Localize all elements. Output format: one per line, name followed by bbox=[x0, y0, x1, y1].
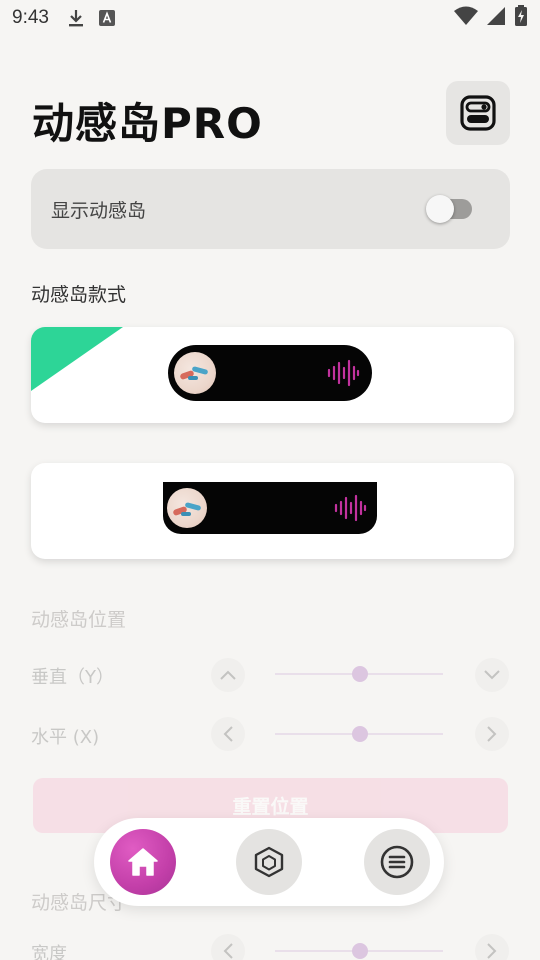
horizontal-label: 水平 (X) bbox=[31, 727, 100, 748]
home-icon bbox=[128, 848, 158, 876]
style-option-notch[interactable] bbox=[31, 463, 514, 559]
show-island-label: 显示动感岛 bbox=[51, 199, 147, 222]
styles-section-title: 动感岛款式 bbox=[31, 284, 127, 306]
cube-icon bbox=[254, 846, 284, 878]
move-right-button[interactable] bbox=[475, 717, 509, 751]
download-icon bbox=[67, 8, 85, 28]
width-decrease-button[interactable] bbox=[211, 934, 245, 960]
move-left-button[interactable] bbox=[211, 717, 245, 751]
width-increase-button[interactable] bbox=[475, 934, 509, 960]
status-bar: 9:43 bbox=[0, 0, 540, 36]
signal-icon bbox=[486, 6, 506, 31]
chevron-down-icon bbox=[484, 670, 500, 680]
island-preview-notch bbox=[163, 482, 377, 534]
vertical-position-row: 垂直（Y） bbox=[31, 655, 511, 695]
chevron-up-icon bbox=[220, 670, 236, 680]
nav-menu-button[interactable] bbox=[364, 829, 430, 895]
album-art bbox=[174, 352, 216, 394]
move-up-button[interactable] bbox=[211, 658, 245, 692]
nav-home-button[interactable] bbox=[110, 829, 176, 895]
width-label: 宽度 bbox=[31, 944, 67, 960]
move-down-button[interactable] bbox=[475, 658, 509, 692]
waveform-icon bbox=[327, 359, 360, 387]
selected-indicator bbox=[31, 327, 123, 391]
horizontal-slider-thumb[interactable] bbox=[352, 726, 368, 742]
chevron-right-icon bbox=[487, 943, 497, 959]
vertical-slider-thumb[interactable] bbox=[352, 666, 368, 682]
wifi-icon bbox=[454, 6, 478, 31]
island-preview-pill bbox=[168, 345, 372, 401]
position-section-title: 动感岛位置 bbox=[31, 609, 127, 631]
show-island-switch[interactable] bbox=[426, 195, 474, 223]
chevron-left-icon bbox=[223, 943, 233, 959]
width-row: 宽度 bbox=[31, 932, 511, 960]
style-option-pill[interactable] bbox=[31, 327, 514, 423]
toggles-icon bbox=[460, 95, 496, 131]
accessibility-a-icon bbox=[98, 10, 115, 26]
status-time: 9:43 bbox=[12, 7, 49, 28]
album-art bbox=[167, 488, 207, 528]
nav-styles-button[interactable] bbox=[236, 829, 302, 895]
horizontal-position-row: 水平 (X) bbox=[31, 715, 511, 755]
chevron-left-icon bbox=[223, 726, 233, 742]
waveform-icon bbox=[334, 494, 367, 522]
page-title: 动感岛PRO bbox=[32, 99, 263, 148]
chevron-right-icon bbox=[487, 726, 497, 742]
vertical-label: 垂直（Y） bbox=[31, 667, 114, 688]
show-island-row[interactable]: 显示动感岛 bbox=[31, 169, 510, 249]
settings-button[interactable] bbox=[446, 81, 510, 145]
battery-charging-icon bbox=[514, 4, 528, 32]
bottom-nav bbox=[94, 818, 444, 906]
width-slider-thumb[interactable] bbox=[352, 943, 368, 959]
menu-icon bbox=[380, 845, 414, 879]
